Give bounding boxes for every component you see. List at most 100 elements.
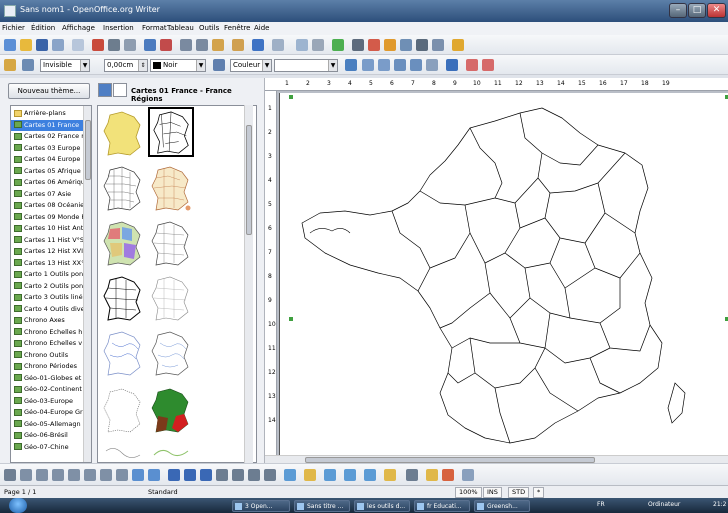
area-icon[interactable] (213, 59, 225, 71)
selection-handle[interactable] (289, 317, 293, 321)
help-icon[interactable] (452, 39, 464, 51)
theme-item[interactable]: Cartes 09 Monde F (11, 212, 84, 224)
thumb-france-multicolor[interactable] (100, 219, 146, 269)
bring-to-front-icon[interactable] (394, 59, 406, 71)
export-pdf-icon[interactable] (92, 39, 104, 51)
cut-icon[interactable] (180, 39, 192, 51)
stars-icon[interactable] (384, 469, 396, 481)
theme-item[interactable]: Géo-01-Globes et (11, 373, 84, 385)
line-tool-icon[interactable] (20, 469, 32, 481)
theme-item[interactable]: Cartes 06 Amériqu (11, 177, 84, 189)
theme-item[interactable]: Cartes 02 France re (11, 131, 84, 143)
select-arrow-icon[interactable] (4, 469, 16, 481)
anchor-change-icon[interactable] (446, 59, 458, 71)
theme-item[interactable]: Chrono Echelles h (11, 327, 84, 339)
menu-format[interactable]: Format (142, 24, 167, 32)
rectangle-tool-icon[interactable] (36, 469, 48, 481)
theme-list-scrollbar[interactable] (83, 106, 91, 462)
zoom-icon[interactable] (432, 39, 444, 51)
start-button[interactable] (9, 498, 27, 513)
ellipse-tool-icon[interactable] (52, 469, 64, 481)
area-fill-select[interactable]: ▼ (274, 59, 338, 72)
detail-view-icon[interactable] (113, 83, 127, 97)
symbol-shapes-icon[interactable] (304, 469, 316, 481)
selection-handle[interactable] (289, 95, 293, 99)
print-preview-icon[interactable] (124, 39, 136, 51)
callouts-icon[interactable] (364, 469, 376, 481)
menu-affichage[interactable]: Affichage (62, 24, 95, 32)
menu-tableau[interactable]: Tableau (167, 24, 194, 32)
points-icon[interactable] (406, 469, 418, 481)
spellcheck-icon[interactable] (144, 39, 156, 51)
taskbar-item[interactable]: les outils d... (354, 500, 410, 512)
thumb-france-green-red[interactable] (148, 386, 194, 436)
thumb-france-light-outline[interactable] (148, 274, 194, 324)
thumb-france-rivers[interactable] (148, 329, 194, 379)
polygon-tool-icon[interactable] (68, 469, 80, 481)
thumb-partial-1[interactable] (100, 441, 146, 462)
scroll-thumb[interactable] (85, 120, 91, 180)
menu-insertion[interactable]: Insertion (103, 24, 134, 32)
thumb-france-departements[interactable] (100, 164, 146, 214)
theme-item[interactable]: Chrono Périodes (11, 361, 84, 373)
theme-item[interactable]: Cartes 03 Europe (11, 143, 84, 155)
thumb-france-rivers-blue[interactable] (100, 329, 146, 379)
document-page[interactable] (279, 93, 728, 463)
wrap-page-icon[interactable] (378, 59, 390, 71)
navigator-icon[interactable] (368, 39, 380, 51)
new-theme-button[interactable]: Nouveau thème... (8, 83, 90, 99)
block-arrows-icon[interactable] (324, 469, 336, 481)
line-width-field[interactable]: 0,00cm ⇕ (104, 59, 148, 72)
theme-item[interactable]: Arrière-plans (11, 108, 84, 120)
open-folder-icon[interactable] (20, 39, 32, 51)
ellipse-pie-icon[interactable] (132, 469, 144, 481)
arc-tool-icon[interactable] (116, 469, 128, 481)
autospellcheck-icon[interactable] (160, 39, 172, 51)
undo-icon[interactable] (252, 39, 264, 51)
thumb-france-colored[interactable] (148, 164, 194, 214)
theme-item[interactable]: Géo-05-Allemagn (11, 419, 84, 431)
formatting-marks-icon[interactable] (416, 39, 428, 51)
selection-mode[interactable]: STD (508, 487, 530, 498)
menu-outils[interactable]: Outils (199, 24, 219, 32)
zoom-level[interactable]: 100% (455, 487, 482, 498)
theme-item[interactable]: Géo-07-Chine (11, 442, 84, 454)
line-icon[interactable] (22, 59, 34, 71)
theme-item[interactable]: Géo-02-Continent (11, 384, 84, 396)
print-icon[interactable] (108, 39, 120, 51)
theme-item[interactable]: Cartes 04 Europe E (11, 154, 84, 166)
format-paintbrush-icon[interactable] (232, 39, 244, 51)
clock[interactable]: 21:2 (713, 501, 726, 508)
thumb-france-dotted[interactable] (100, 386, 146, 436)
align-icon[interactable] (426, 59, 438, 71)
paste-icon[interactable] (212, 39, 224, 51)
theme-item[interactable]: Chrono Echelles v (11, 338, 84, 350)
horizontal-scrollbar[interactable] (265, 455, 728, 463)
theme-item[interactable]: Carto 1 Outils pon (11, 269, 84, 281)
line-style-select[interactable]: Invisible ▼ (40, 59, 90, 72)
area-style-select[interactable]: Couleur ▼ (230, 59, 272, 72)
flowchart-icon[interactable] (344, 469, 356, 481)
anchor-icon[interactable] (4, 59, 16, 71)
taskbar-item[interactable]: fr Educati... (414, 500, 470, 512)
theme-item[interactable]: Géo-04-Europe Gr (11, 407, 84, 419)
ellipse-icon[interactable] (200, 469, 212, 481)
edit-file-icon[interactable] (72, 39, 84, 51)
theme-item-selected[interactable]: Cartes 01 France (11, 119, 84, 131)
france-regions-map[interactable] (280, 93, 728, 463)
thumb-france-yellow[interactable] (100, 109, 146, 159)
icon-view-icon[interactable] (98, 83, 112, 97)
group-icon[interactable] (466, 59, 478, 71)
wrap-off-icon[interactable] (362, 59, 374, 71)
page-style[interactable]: Standard (148, 488, 178, 496)
language-indicator[interactable]: FR (597, 501, 605, 508)
thumb-france-bold-outline[interactable] (100, 274, 146, 324)
theme-item[interactable]: Chrono Outils (11, 350, 84, 362)
hyperlink-icon[interactable] (296, 39, 308, 51)
theme-item[interactable]: Carto 2 Outils pon (11, 281, 84, 293)
theme-item[interactable]: Cartes 10 Hist Anti (11, 223, 84, 235)
email-icon[interactable] (52, 39, 64, 51)
line-color-select[interactable]: Noir ▼ (150, 59, 206, 72)
fontwork-icon[interactable] (264, 469, 276, 481)
copy-icon[interactable] (196, 39, 208, 51)
